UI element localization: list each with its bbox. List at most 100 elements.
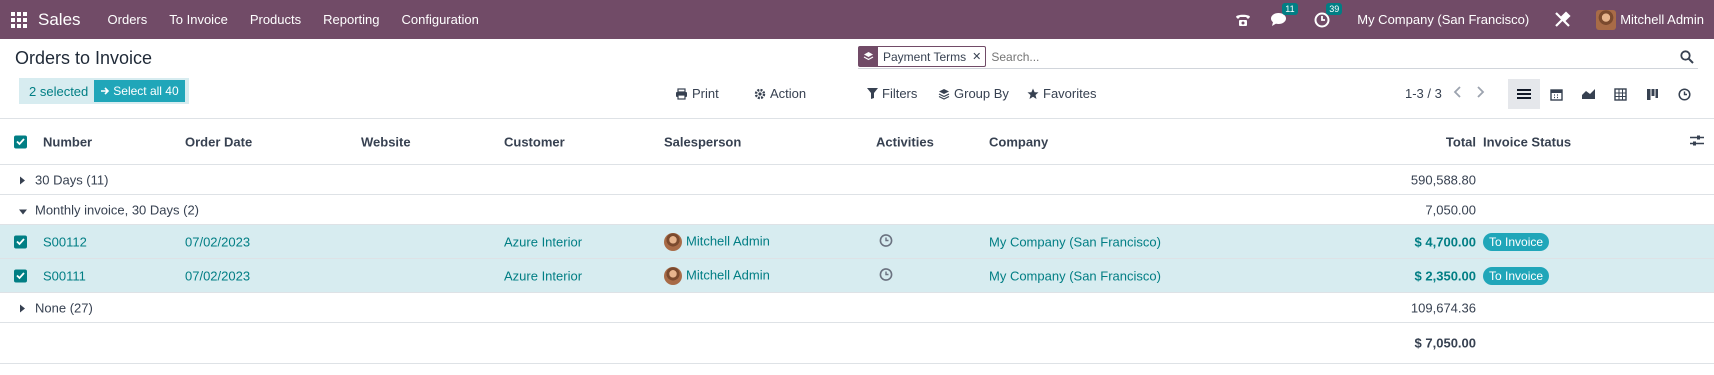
customer-name[interactable]: Azure Interior — [504, 234, 582, 249]
selected-count: 2 selected — [29, 83, 89, 99]
col-number[interactable]: Number — [43, 134, 92, 149]
filters-label: Filters — [882, 86, 918, 101]
salesperson-name: Mitchell Admin — [686, 232, 770, 248]
col-website[interactable]: Website — [361, 134, 411, 149]
activity-clock-icon[interactable] — [879, 233, 893, 250]
calendar-view-icon[interactable] — [1540, 79, 1572, 109]
gear-icon — [754, 88, 766, 99]
select-all-label: Select all 40 — [113, 84, 179, 98]
group-row[interactable]: None (27) 109,674.36 — [0, 293, 1714, 323]
col-invoice-status[interactable]: Invoice Status — [1483, 134, 1571, 149]
action-button[interactable]: Action — [754, 86, 806, 101]
top-navbar: Sales Orders To Invoice Products Reporti… — [0, 0, 1714, 39]
row-checkbox[interactable] — [14, 269, 27, 282]
group-total: 109,674.36 — [1410, 300, 1476, 315]
company-switcher[interactable]: My Company (San Francisco) — [1357, 12, 1529, 27]
order-date[interactable]: 07/02/2023 — [185, 234, 250, 249]
app-menu-icon[interactable] — [10, 11, 28, 29]
caret-right-icon — [20, 172, 25, 187]
company-name[interactable]: My Company (San Francisco) — [989, 234, 1161, 249]
row-checkbox[interactable] — [14, 235, 27, 248]
menu-to-invoice[interactable]: To Invoice — [158, 12, 239, 27]
col-total[interactable]: Total — [1446, 134, 1476, 149]
col-activities[interactable]: Activities — [876, 134, 934, 149]
pager-previous-icon[interactable] — [1453, 85, 1463, 102]
select-all-checkbox[interactable] — [14, 135, 27, 148]
main-menu: Orders To Invoice Products Reporting Con… — [97, 12, 490, 27]
caret-right-icon — [20, 300, 25, 315]
salesperson-avatar — [664, 266, 682, 285]
user-name: Mitchell Admin — [1620, 12, 1704, 27]
menu-reporting[interactable]: Reporting — [312, 12, 390, 27]
group-by-label: Group By — [954, 86, 1009, 101]
group-label: 30 Days (11) — [35, 172, 109, 187]
user-avatar — [1596, 9, 1617, 30]
activities-count-badge: 39 — [1326, 2, 1343, 15]
menu-orders[interactable]: Orders — [97, 12, 159, 27]
action-label: Action — [770, 86, 807, 101]
print-icon — [676, 87, 687, 100]
user-menu[interactable]: Mitchell Admin — [1596, 9, 1704, 30]
pager-next-icon[interactable] — [1475, 85, 1485, 102]
print-label: Print — [692, 86, 719, 101]
list-footer: $ 7,050.00 — [0, 323, 1714, 364]
navbar-systray: 11 39 My Company (San Francisco) Mitchel… — [1225, 0, 1714, 39]
list-header: Number Order Date Website Customer Sales… — [0, 118, 1714, 165]
order-total[interactable]: $ 2,350.00 — [1415, 268, 1476, 283]
filter-icon — [867, 88, 878, 99]
customer-name[interactable]: Azure Interior — [504, 268, 582, 283]
facet-remove-icon[interactable]: ✕ — [970, 47, 985, 66]
order-number[interactable]: S00111 — [43, 268, 86, 283]
col-customer[interactable]: Customer — [504, 134, 565, 149]
selection-box: 2 selected Select all 40 — [19, 78, 189, 104]
facet-label: Payment Terms — [883, 49, 967, 64]
select-all-button[interactable]: Select all 40 — [94, 80, 185, 102]
salesperson[interactable]: Mitchell Admin — [664, 266, 770, 285]
col-salesperson[interactable]: Salesperson — [664, 134, 741, 149]
activities-clock-icon[interactable]: 39 — [1314, 2, 1343, 28]
order-total[interactable]: $ 4,700.00 — [1415, 234, 1476, 249]
group-row[interactable]: 30 Days (11) 590,588.80 — [0, 165, 1714, 195]
invoice-status-badge: To Invoice — [1483, 232, 1550, 251]
table-row[interactable]: S00112 07/02/2023 Azure Interior Mitchel… — [0, 225, 1714, 259]
menu-configuration[interactable]: Configuration — [391, 12, 490, 27]
group-total: 7,050.00 — [1425, 202, 1476, 217]
company-name[interactable]: My Company (San Francisco) — [989, 268, 1161, 283]
group-row[interactable]: Monthly invoice, 30 Days (2) 7,050.00 — [0, 195, 1714, 225]
filters-button[interactable]: Filters — [867, 86, 917, 101]
optional-columns-icon[interactable] — [1690, 134, 1704, 149]
graph-view-icon[interactable] — [1572, 79, 1604, 109]
menu-products[interactable]: Products — [239, 12, 312, 27]
order-date[interactable]: 07/02/2023 — [185, 268, 250, 283]
pager-value[interactable]: 1-3 / 3 — [1405, 86, 1442, 101]
order-number[interactable]: S00112 — [43, 234, 87, 249]
col-order-date[interactable]: Order Date — [185, 134, 252, 149]
list-view-icon[interactable] — [1508, 79, 1540, 109]
activity-view-icon[interactable] — [1668, 79, 1700, 109]
favorites-button[interactable]: Favorites — [1027, 86, 1096, 101]
phone-icon[interactable] — [1234, 12, 1252, 28]
salesperson-name: Mitchell Admin — [686, 266, 770, 282]
search-icon[interactable] — [1680, 49, 1694, 64]
salesperson[interactable]: Mitchell Admin — [664, 232, 770, 251]
debug-tools-icon[interactable] — [1554, 11, 1571, 28]
group-by-button[interactable]: Group By — [938, 86, 1009, 101]
invoice-status-badge: To Invoice — [1483, 266, 1550, 285]
print-button[interactable]: Print — [675, 86, 719, 101]
salesperson-avatar — [664, 232, 682, 251]
activity-clock-icon[interactable] — [879, 267, 893, 284]
kanban-view-icon[interactable] — [1636, 79, 1668, 109]
col-company[interactable]: Company — [989, 134, 1048, 149]
search-input[interactable] — [991, 49, 1680, 64]
search-bar: Payment Terms ✕ — [858, 45, 1698, 69]
group-total: 590,588.80 — [1410, 172, 1476, 187]
favorites-label: Favorites — [1043, 86, 1097, 101]
page-title: Orders to Invoice — [15, 48, 153, 68]
pivot-view-icon[interactable] — [1604, 79, 1636, 109]
table-row[interactable]: S00111 07/02/2023 Azure Interior Mitchel… — [0, 259, 1714, 293]
app-brand[interactable]: Sales — [38, 10, 81, 30]
orders-list: Number Order Date Website Customer Sales… — [0, 118, 1714, 364]
view-switcher — [1508, 79, 1700, 109]
messages-icon[interactable]: 11 — [1270, 3, 1298, 27]
star-icon — [1027, 88, 1039, 99]
